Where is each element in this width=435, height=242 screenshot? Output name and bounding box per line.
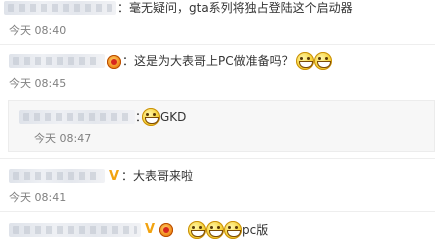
comment-text: ：这是为大表哥上PC做准备吗？ xyxy=(122,54,294,68)
username-blurred[interactable] xyxy=(4,1,116,15)
grin-emoji-icon xyxy=(224,221,242,239)
comment-text: pc版 xyxy=(242,223,269,237)
comment-text: ：毫无疑问，gta系列将独占登陆这个启动器 xyxy=(117,1,353,15)
fan-medal-icon xyxy=(159,223,173,237)
timestamp: 今天 08:41 xyxy=(9,191,67,204)
divider xyxy=(0,158,435,159)
verified-v-icon: V xyxy=(145,222,156,237)
divider xyxy=(0,211,435,212)
comment-feed: ：毫无疑问，gta系列将独占登陆这个启动器 今天 08:40 ：这是为大表哥上P… xyxy=(0,0,435,242)
verified-v-icon: V xyxy=(109,169,120,184)
timestamp: 今天 08:40 xyxy=(9,24,67,37)
comment-item: ：毫无疑问，gta系列将独占登陆这个启动器 今天 08:40 xyxy=(0,0,435,42)
comment-item: V ：大表哥来啦 今天 08:41 xyxy=(0,162,435,206)
comment-item: ：这是为大表哥上PC做准备吗？ 今天 08:45 xyxy=(0,48,435,98)
grin-emoji-icon xyxy=(142,108,160,126)
timestamp: 今天 08:47 xyxy=(34,132,92,145)
username-blurred[interactable] xyxy=(9,169,105,183)
grin-emoji-icon xyxy=(188,221,206,239)
username-blurred[interactable] xyxy=(9,223,141,237)
grin-emoji-icon xyxy=(206,221,224,239)
username-blurred[interactable] xyxy=(9,54,105,68)
reply-text: GKD xyxy=(160,110,187,124)
grin-emoji-icon xyxy=(296,52,314,70)
divider xyxy=(0,44,435,45)
fan-medal-icon xyxy=(107,55,121,69)
comment-text: ：大表哥来啦 xyxy=(121,169,194,183)
comment-item: V pc版 xyxy=(0,214,435,242)
timestamp: 今天 08:45 xyxy=(9,77,67,90)
reply-box: ： GKD 今天 08:47 xyxy=(8,100,435,152)
grin-emoji-icon xyxy=(314,52,332,70)
username-blurred[interactable] xyxy=(19,110,135,124)
